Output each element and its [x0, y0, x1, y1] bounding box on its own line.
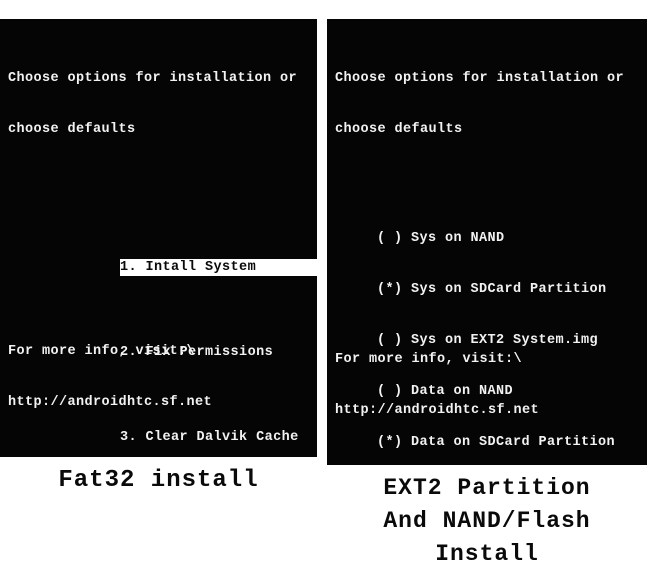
caption-ext2-line-1: EXT2 Partition — [383, 475, 591, 501]
left-menu-item-1-number: 1. — [120, 260, 138, 275]
radio-label-sys-sdcard: Sys on SDCard Partition — [411, 282, 607, 297]
radio-option-sys-nand[interactable]: ( ) Sys on NAND — [377, 230, 647, 247]
left-footer: For more info, visit:\ http://androidhtc… — [8, 309, 212, 445]
console-panel-fat32: Choose options for installation or choos… — [0, 19, 317, 457]
left-footer-line-1: For more info, visit:\ — [8, 344, 196, 359]
caption-ext2-line-2: And NAND/Flash — [383, 508, 591, 534]
right-header: Choose options for installation or choos… — [327, 19, 647, 172]
left-footer-url[interactable]: http://androidhtc.sf.net — [8, 394, 212, 411]
caption-fat32-line-1: Fat32 install — [58, 467, 259, 494]
caption-fat32: Fat32 install — [0, 465, 317, 497]
radio-marker-sys-sdcard: (*) — [377, 282, 403, 297]
radio-label-sys-nand: Sys on NAND — [411, 231, 505, 246]
right-footer-line-1: For more info, visit:\ — [335, 352, 523, 367]
caption-ext2-line-3: Install — [435, 541, 539, 567]
right-footer-url[interactable]: http://androidhtc.sf.net — [335, 402, 539, 419]
console-panel-ext2: Choose options for installation or choos… — [327, 19, 647, 465]
left-menu-item-1-inner: 1. Intall System — [120, 259, 317, 276]
radio-marker-sys-nand: ( ) — [377, 231, 403, 246]
left-header: Choose options for installation or choos… — [0, 19, 317, 172]
screenshot-stage: Choose options for installation or choos… — [0, 0, 651, 572]
left-menu-item-1-label: Intall System — [145, 260, 257, 275]
left-header-line-1: Choose options for installation or — [8, 71, 298, 86]
left-menu-item-1[interactable]: 1. Intall System — [52, 242, 317, 293]
right-header-line-2: choose defaults — [335, 122, 463, 137]
radio-option-sys-sdcard[interactable]: (*) Sys on SDCard Partition — [377, 281, 647, 298]
right-header-line-1: Choose options for installation or — [335, 71, 625, 86]
left-header-line-2: choose defaults — [8, 122, 136, 137]
caption-ext2: EXT2 Partition And NAND/Flash Install — [327, 472, 647, 571]
right-footer: For more info, visit:\ http://androidhtc… — [335, 317, 539, 453]
